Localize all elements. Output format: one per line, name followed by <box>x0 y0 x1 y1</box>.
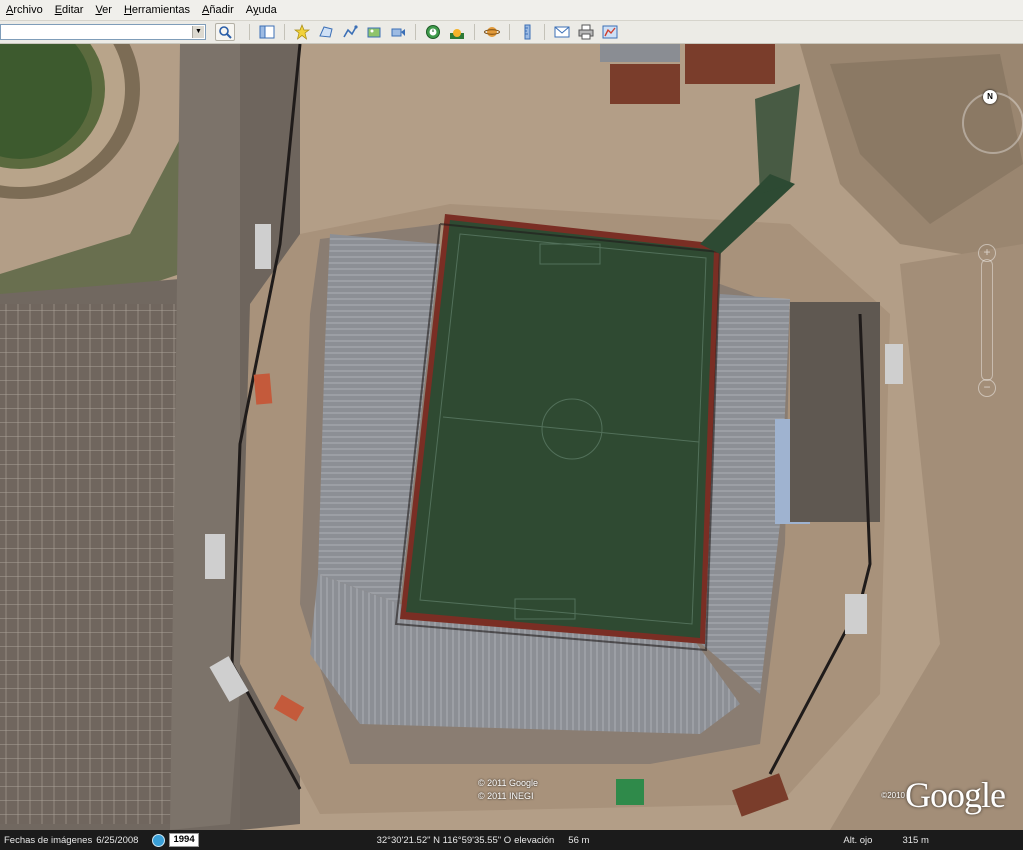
toolbar-divider <box>544 24 545 40</box>
record-tour-button[interactable] <box>388 23 408 41</box>
record-tour-icon <box>391 28 405 37</box>
historical-imagery-icon <box>426 25 440 39</box>
menu-editar-label: ditar <box>62 4 84 16</box>
zoom-out-button[interactable]: − <box>978 379 996 397</box>
add-image-overlay-button[interactable] <box>364 23 384 41</box>
planets-icon <box>484 27 500 37</box>
toolbar-divider <box>284 24 285 40</box>
toolbar: ▼ <box>0 21 1023 44</box>
imagery-date: 6/25/2008 <box>96 834 139 846</box>
placemark-icon <box>294 24 310 40</box>
menu-bar: Archivo Editar Ver Herramientas Añadir A… <box>0 0 1023 21</box>
toolbar-divider <box>249 24 250 40</box>
north-reset-button[interactable]: N <box>983 90 997 104</box>
eye-altitude-value: 315 m <box>902 834 929 846</box>
menu-anadir[interactable]: Añadir <box>196 0 240 20</box>
view-in-maps-button[interactable] <box>600 23 620 41</box>
menu-editar-mnemonic: E <box>54 4 63 16</box>
add-polygon-button[interactable] <box>316 23 336 41</box>
elevation-value: 56 m <box>568 834 590 846</box>
imagery-date-label: Fechas de imágenes <box>4 834 93 846</box>
historical-imagery-button[interactable] <box>423 23 443 41</box>
polygon-icon <box>319 26 333 38</box>
add-path-button[interactable] <box>340 23 360 41</box>
ruler-button[interactable] <box>517 23 537 41</box>
elevation-label: elevación <box>514 834 555 846</box>
search-input[interactable]: ▼ <box>0 24 206 40</box>
sidebar-toggle-icon <box>259 25 275 39</box>
print-button[interactable] <box>576 23 596 41</box>
coordinates-readout: 32°30'21.52" N 116°59'35.55" O <box>376 834 512 846</box>
logo-year: ©2010 <box>881 791 905 800</box>
menu-ayuda[interactable]: Ayuda <box>240 0 283 20</box>
image-overlay-icon <box>367 27 381 38</box>
menu-anadir-label: ñadir <box>209 4 234 16</box>
map-view[interactable]: N + − © 2011 Google © 2011 INEGI ©2010 G… <box>0 44 1023 830</box>
menu-herramientas-label: erramientas <box>131 4 190 16</box>
sunlight-button[interactable] <box>447 23 467 41</box>
print-icon <box>578 24 594 40</box>
view-in-maps-icon <box>602 25 618 39</box>
add-placemark-button[interactable] <box>292 23 312 41</box>
map-credit-inegi: © 2011 INEGI <box>478 791 534 801</box>
search-icon <box>219 26 232 39</box>
toolbar-divider <box>509 24 510 40</box>
historical-imagery-icon[interactable] <box>152 833 166 847</box>
menu-ver[interactable]: Ver <box>89 0 118 20</box>
eye-altitude-label: Alt. ojo <box>843 834 873 846</box>
toolbar-divider <box>415 24 416 40</box>
satellite-imagery <box>0 44 1023 830</box>
menu-editar[interactable]: Editar <box>49 0 90 20</box>
menu-archivo-label: rchivo <box>13 4 43 16</box>
google-logo: Google <box>905 775 1006 815</box>
map-credit-google: © 2011 Google <box>478 778 539 788</box>
menu-ver-label: er <box>102 4 112 16</box>
menu-ayuda-label: uda <box>258 4 277 16</box>
zoom-slider[interactable] <box>981 259 993 381</box>
search-button[interactable] <box>215 23 235 41</box>
sunlight-icon <box>450 29 464 39</box>
status-bar: Fechas de imágenes 6/25/2008 1994 32°30'… <box>0 830 1023 850</box>
chevron-down-icon[interactable]: ▼ <box>192 26 204 38</box>
toolbar-divider <box>474 24 475 40</box>
menu-herramientas[interactable]: Herramientas <box>118 0 196 20</box>
menu-herramientas-mnemonic: H <box>123 4 132 16</box>
email-icon <box>554 26 570 38</box>
historical-year[interactable]: 1994 <box>169 833 199 847</box>
planets-button[interactable] <box>482 23 502 41</box>
email-button[interactable] <box>552 23 572 41</box>
menu-archivo[interactable]: Archivo <box>0 0 49 20</box>
path-icon <box>343 25 358 38</box>
sidebar-toggle-button[interactable] <box>257 23 277 41</box>
menu-ayuda-prefix: A <box>245 4 253 16</box>
ruler-icon <box>524 24 531 40</box>
